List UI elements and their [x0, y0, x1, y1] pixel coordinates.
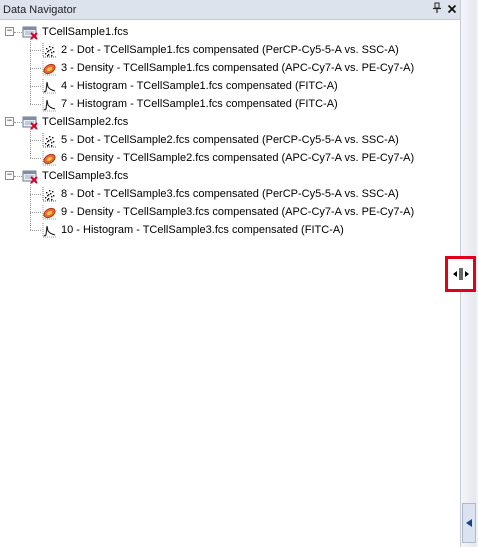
- tree-node-plot[interactable]: 2 - Dot - TCellSample1.fcs compensated (…: [41, 41, 399, 59]
- tree-connector: [30, 158, 41, 159]
- tree-node-sample-file[interactable]: TCellSample3.fcs: [22, 167, 128, 185]
- tree-node-sample-file[interactable]: TCellSample1.fcs: [22, 23, 128, 41]
- resize-horizontal-icon: [452, 268, 469, 280]
- dot-plot-icon: [41, 132, 57, 148]
- tree-node-label: TCellSample3.fcs: [42, 170, 129, 182]
- tree-connector: [14, 122, 22, 123]
- tree-node-label: TCellSample1.fcs: [42, 26, 129, 38]
- tree-node-plot[interactable]: 7 - Histogram - TCellSample1.fcs compens…: [41, 95, 338, 113]
- tree-node-label: 2 - Dot - TCellSample1.fcs compensated (…: [61, 44, 399, 56]
- tree-node-label: 3 - Density - TCellSample1.fcs compensat…: [61, 62, 415, 74]
- tree-node-label: TCellSample2.fcs: [42, 116, 129, 128]
- data-navigator-tree: − TCellSample1.fcs 2 - Dot - TCellSample1.…: [0, 21, 460, 547]
- tree-expander[interactable]: −: [5, 27, 14, 36]
- tree-guide-line: [30, 39, 31, 104]
- tree-node-label: 10 - Histogram - TCellSample3.fcs compen…: [61, 224, 344, 236]
- tree-node-plot[interactable]: 6 - Density - TCellSample2.fcs compensat…: [41, 149, 414, 167]
- tree-node-plot[interactable]: 9 - Density - TCellSample3.fcs compensat…: [41, 203, 414, 221]
- dot-plot-icon: [41, 186, 57, 202]
- density-plot-icon: [41, 60, 57, 76]
- tree-node-plot[interactable]: 5 - Dot - TCellSample2.fcs compensated (…: [41, 131, 399, 149]
- panel-title: Data Navigator: [3, 4, 77, 16]
- histogram-icon: [41, 78, 57, 94]
- tree-connector: [30, 50, 41, 51]
- tree-connector: [30, 212, 41, 213]
- tree-node-label: 4 - Histogram - TCellSample1.fcs compens…: [61, 80, 338, 92]
- tree-connector: [30, 230, 41, 231]
- splitter-handle[interactable]: [445, 256, 476, 292]
- tree-node-plot[interactable]: 4 - Histogram - TCellSample1.fcs compens…: [41, 77, 338, 95]
- pin-button[interactable]: [430, 2, 444, 17]
- tree-node-plot[interactable]: 8 - Dot - TCellSample3.fcs compensated (…: [41, 185, 399, 203]
- tree-guide-line: [30, 183, 31, 230]
- tree-connector: [30, 140, 41, 141]
- tree-connector: [14, 176, 22, 177]
- histogram-icon: [41, 222, 57, 238]
- panel-header: Data Navigator: [0, 0, 460, 20]
- fcs-file-icon: [22, 24, 38, 40]
- density-plot-icon: [41, 150, 57, 166]
- tree-expander[interactable]: −: [5, 171, 14, 180]
- tree-node-plot[interactable]: 3 - Density - TCellSample1.fcs compensat…: [41, 59, 414, 77]
- dot-plot-icon: [41, 42, 57, 58]
- arrow-left-icon: [466, 519, 472, 527]
- tree-node-label: 5 - Dot - TCellSample2.fcs compensated (…: [61, 134, 399, 146]
- close-icon: [447, 4, 457, 14]
- tree-connector: [30, 86, 41, 87]
- histogram-icon: [41, 96, 57, 112]
- tree-guide-line: [30, 129, 31, 158]
- tree-node-label: 9 - Density - TCellSample3.fcs compensat…: [61, 206, 415, 218]
- tree-connector: [30, 104, 41, 105]
- fcs-file-icon: [22, 114, 38, 130]
- tree-connector: [14, 32, 22, 33]
- tree-connector: [30, 68, 41, 69]
- tree-node-plot[interactable]: 10 - Histogram - TCellSample3.fcs compen…: [41, 221, 344, 239]
- tree-node-label: 7 - Histogram - TCellSample1.fcs compens…: [61, 98, 338, 110]
- tree-expander[interactable]: −: [5, 117, 14, 126]
- fcs-file-icon: [22, 168, 38, 184]
- tree-node-sample-file[interactable]: TCellSample2.fcs: [22, 113, 128, 131]
- scroll-left-button[interactable]: [462, 503, 476, 543]
- pin-icon: [433, 2, 441, 13]
- tree-node-label: 6 - Density - TCellSample2.fcs compensat…: [61, 152, 415, 164]
- tree-connector: [30, 194, 41, 195]
- density-plot-icon: [41, 204, 57, 220]
- tree-node-label: 8 - Dot - TCellSample3.fcs compensated (…: [61, 188, 399, 200]
- close-button[interactable]: [445, 2, 459, 17]
